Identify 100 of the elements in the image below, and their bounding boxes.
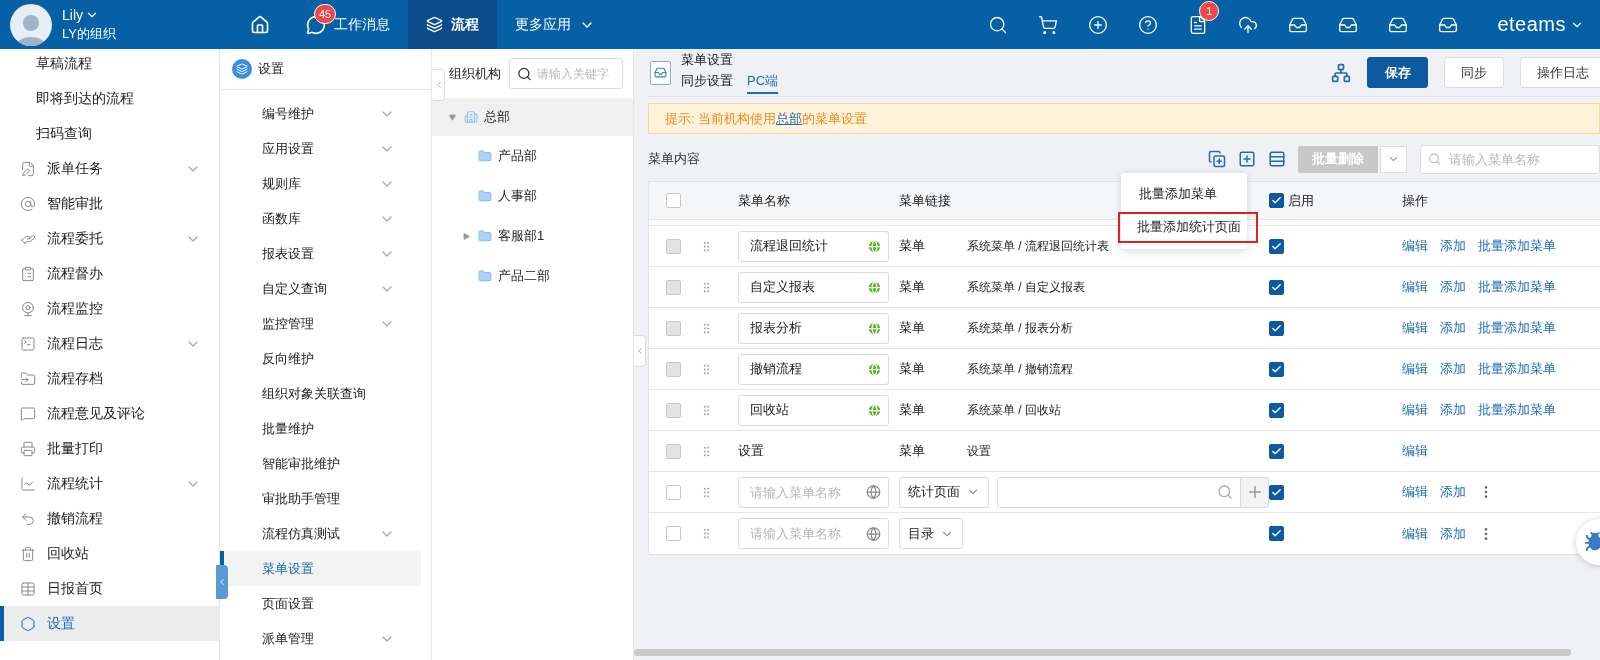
- sidebar-item[interactable]: 日报首页: [0, 571, 219, 606]
- tree-label: 人事部: [498, 187, 537, 205]
- menu-item[interactable]: 应用设置: [220, 131, 421, 166]
- help-icon[interactable]: [1138, 14, 1159, 35]
- sidebar-item[interactable]: 扫码查询: [0, 116, 219, 151]
- menu-item[interactable]: 反向维护: [220, 341, 421, 376]
- search-icon[interactable]: [988, 14, 1009, 35]
- sidebar-item[interactable]: 流程存档: [0, 361, 219, 396]
- table-cell: 系统菜单 / 报表分析: [967, 319, 1073, 337]
- menu-item[interactable]: 自定义查询: [220, 271, 421, 306]
- menu-item[interactable]: 批量添加菜单: [1121, 179, 1247, 210]
- type-select[interactable]: 统计页面: [899, 476, 989, 508]
- tree-node[interactable]: 客服部1: [432, 216, 633, 256]
- search-icon: [517, 66, 532, 81]
- sidebar-item[interactable]: 批量打印: [0, 431, 219, 466]
- menu-item[interactable]: 菜单设置: [220, 551, 421, 586]
- sidebar-item[interactable]: 草稿流程: [0, 49, 219, 81]
- user-name[interactable]: Lily: [62, 6, 116, 23]
- globe-icon[interactable]: [866, 526, 881, 541]
- menu-item[interactable]: 组织对象关联查询: [220, 376, 421, 411]
- menu-item[interactable]: 函数库: [220, 201, 421, 236]
- copy-add-icon[interactable]: [1208, 150, 1226, 168]
- org-chart-icon[interactable]: [1331, 62, 1351, 83]
- checkbox[interactable]: [1269, 484, 1284, 500]
- brand-menu[interactable]: eteams: [1497, 13, 1584, 36]
- check-icon: [1271, 195, 1282, 206]
- rows-icon[interactable]: [1268, 150, 1286, 168]
- sidebar-item[interactable]: 撤销流程: [0, 501, 219, 536]
- header-button[interactable]: 保存: [1367, 57, 1428, 88]
- scrollbar[interactable]: [634, 649, 1571, 656]
- building-icon: [464, 110, 478, 124]
- sidebar-item[interactable]: 设置: [0, 606, 219, 641]
- search-field[interactable]: 请输入菜单名称: [1420, 144, 1600, 174]
- cart-icon[interactable]: [1038, 14, 1059, 35]
- nav-tab[interactable]: 流程: [408, 0, 497, 49]
- check-icon: [1271, 445, 1282, 457]
- menu-item[interactable]: 报表设置: [220, 236, 421, 271]
- at-sign-icon: [20, 195, 36, 212]
- menu-item[interactable]: 监控管理: [220, 306, 421, 341]
- sidebar-item[interactable]: 流程监控: [0, 291, 219, 326]
- panel-title: 设置: [258, 60, 284, 78]
- search-field[interactable]: 请输入关键字: [509, 58, 623, 89]
- menu-item[interactable]: 规则库: [220, 166, 421, 201]
- clipboard-icon: [20, 265, 36, 282]
- name-input[interactable]: 请输入菜单名称: [738, 476, 889, 508]
- sidebar-item[interactable]: 流程意见及评论: [0, 396, 219, 431]
- menu-item[interactable]: 批量添加统计页面: [1118, 212, 1258, 243]
- add-icon[interactable]: [1238, 150, 1256, 168]
- table-cell: 菜单: [899, 401, 925, 419]
- notice-link[interactable]: 总部: [776, 110, 803, 126]
- checkbox[interactable]: [1269, 526, 1284, 541]
- webcam-icon: [20, 300, 36, 317]
- check-icon: [1271, 404, 1282, 416]
- checkbox[interactable]: [1269, 193, 1284, 208]
- action-link[interactable]: 添加: [1440, 483, 1466, 501]
- sidebar-item[interactable]: 回收站: [0, 536, 219, 571]
- layers-icon: [426, 16, 443, 33]
- collapse-button[interactable]: [216, 565, 228, 599]
- nav-tab[interactable]: 更多应用: [497, 0, 613, 49]
- name-input[interactable]: 请输入菜单名称: [738, 518, 889, 549]
- sidebar-item[interactable]: 即将到达的流程: [0, 81, 219, 116]
- org-name: LY的组织: [62, 24, 116, 43]
- panel-title: 组织机构: [449, 64, 501, 83]
- menu-item[interactable]: 批量维护: [220, 411, 421, 446]
- check-icon: [1271, 322, 1282, 334]
- sidebar-item[interactable]: 智能审批: [0, 186, 219, 221]
- tree-node[interactable]: 产品二部: [432, 256, 633, 296]
- tree-node[interactable]: 产品部: [432, 136, 633, 176]
- tree-node[interactable]: 人事部: [432, 176, 633, 216]
- header-button[interactable]: 操作日志: [1520, 57, 1600, 88]
- menu-item[interactable]: 审批助手管理: [220, 481, 421, 516]
- caret-icon[interactable]: [448, 113, 456, 121]
- search-icon: [1217, 484, 1233, 500]
- action-link[interactable]: 添加: [1440, 524, 1466, 543]
- type-select[interactable]: 目录: [899, 518, 963, 549]
- sidebar-item[interactable]: 流程统计: [0, 466, 219, 501]
- avatar[interactable]: [10, 3, 52, 46]
- tab[interactable]: PC端: [747, 72, 779, 94]
- menu-item[interactable]: 编号维护: [220, 96, 421, 131]
- header-button[interactable]: 同步: [1444, 57, 1504, 88]
- sidebar-item[interactable]: 流程委托: [0, 221, 219, 256]
- log-icon: [20, 335, 36, 352]
- menu-item[interactable]: 派单管理: [220, 621, 421, 656]
- menu-item[interactable]: 页面设置: [220, 586, 421, 621]
- page-title: 菜单设置: [681, 51, 734, 69]
- tab[interactable]: 同步设置: [681, 72, 733, 94]
- table-cell: 菜单: [899, 442, 925, 460]
- link-search-field[interactable]: [997, 476, 1241, 508]
- menu-item[interactable]: 流程仿真测试: [220, 516, 421, 551]
- section-title: 菜单内容: [648, 150, 700, 168]
- caret-icon[interactable]: [462, 232, 470, 240]
- tree-node[interactable]: 总部: [432, 98, 633, 136]
- globe-icon[interactable]: [866, 484, 881, 500]
- action-link[interactable]: 编辑: [1402, 524, 1428, 543]
- sidebar-item[interactable]: 流程督办: [0, 256, 219, 291]
- cloud-upload-icon[interactable]: [1238, 14, 1259, 35]
- sidebar-item[interactable]: 派单任务: [0, 151, 219, 186]
- sidebar-item[interactable]: 流程日志: [0, 326, 219, 361]
- action-link[interactable]: 编辑: [1402, 483, 1428, 501]
- menu-item[interactable]: 智能审批维护: [220, 446, 421, 481]
